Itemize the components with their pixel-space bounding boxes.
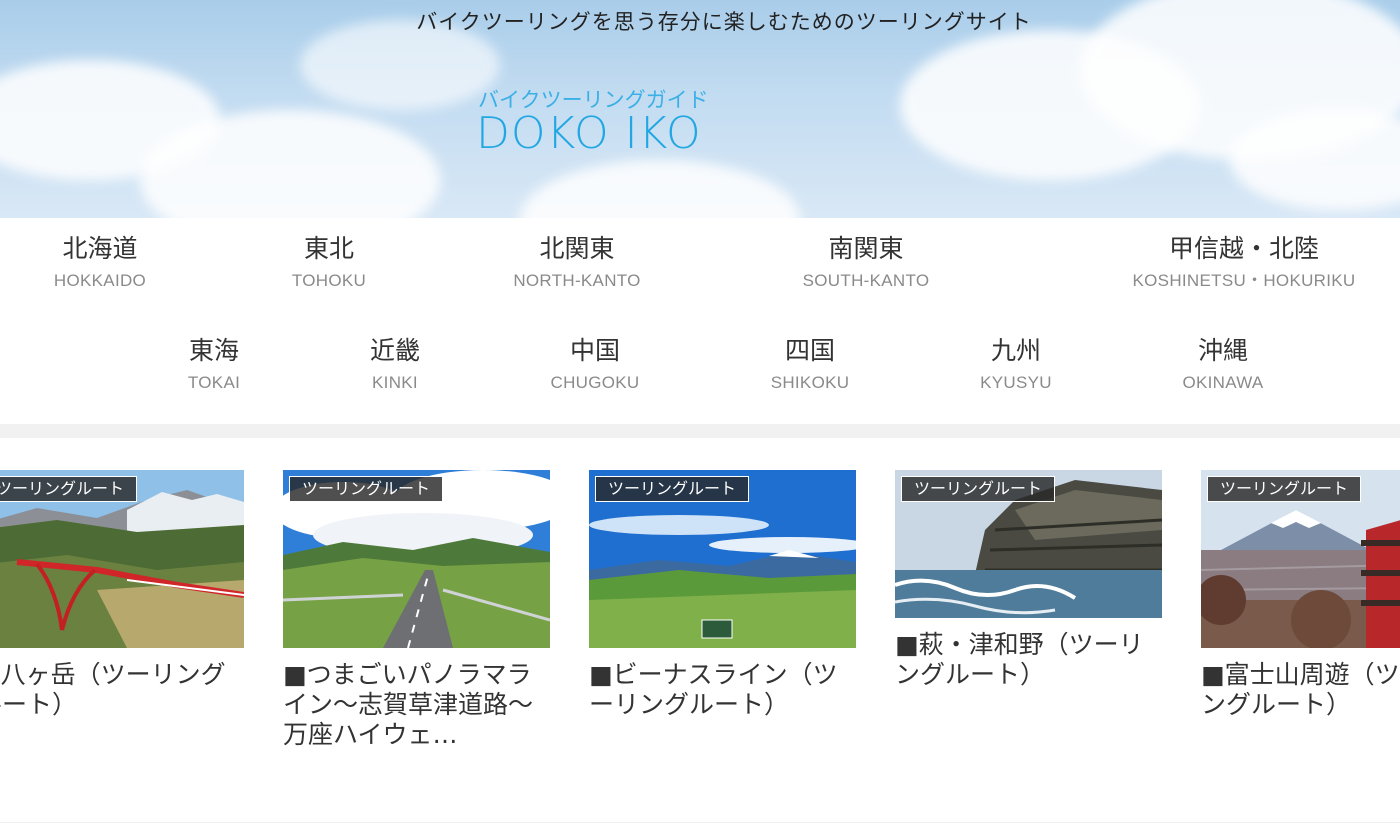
route-thumbnail[interactable]: ツーリングルート: [1201, 470, 1400, 648]
region-name-en: TOHOKU: [291, 271, 367, 290]
route-badge: ツーリングルート: [289, 476, 444, 502]
region-name-en: KYUSYU: [980, 373, 1052, 392]
region-name-en: TOKAI: [187, 373, 241, 392]
route-badge: ツーリングルート: [1207, 476, 1362, 502]
region-name: 四国: [784, 336, 835, 365]
region-chugoku[interactable]: 中国 CHUGOKU: [551, 334, 640, 396]
route-card-yatsugatake[interactable]: ツーリングルート ■八ヶ岳（ツーリングルート）: [0, 470, 244, 720]
route-card-fuji[interactable]: ツーリングルート ■富士山周遊（ツーリングルート）: [1201, 470, 1400, 720]
region-okinawa[interactable]: 沖縄 OKINAWA: [1182, 334, 1263, 396]
logo-title: DOKO IKO: [476, 108, 702, 159]
footer-divider: [0, 822, 1400, 823]
section-divider: [0, 424, 1400, 438]
region-name-en: SHIKOKU: [770, 373, 850, 392]
region-name-en: CHUGOKU: [550, 373, 640, 392]
route-card-hagi-tsuwano[interactable]: ツーリングルート ■萩・津和野（ツーリングルート）: [895, 470, 1162, 690]
route-card-tsumagoi[interactable]: ツーリングルート ■つまごいパノラマライン～志賀草津道路～万座ハイウェ…: [283, 470, 550, 750]
route-badge: ツーリングルート: [901, 476, 1056, 502]
region-name: 近畿: [369, 336, 421, 365]
site-logo[interactable]: バイクツーリングガイド DOKO IKO: [476, 84, 748, 164]
route-title: ■八ヶ岳（ツーリングルート）: [0, 660, 226, 719]
region-name: 中国: [569, 336, 620, 365]
site-tagline: バイクツーリングを思う存分に楽しむためのツーリングサイト: [416, 10, 1032, 34]
region-south-kanto[interactable]: 南関東 SOUTH-KANTO: [803, 232, 930, 294]
region-koshinetsu-hokuriku[interactable]: 甲信越・北陸 KOSHINETSU・HOKURIKU: [1133, 232, 1356, 294]
route-thumbnail[interactable]: ツーリングルート: [589, 470, 856, 648]
site-header: バイクツーリングを思う存分に楽しむためのツーリングサイト バイクツーリングガイド…: [0, 0, 1400, 218]
region-tohoku[interactable]: 東北 TOHOKU: [292, 232, 366, 294]
route-badge: ツーリングルート: [0, 476, 138, 502]
region-tokai[interactable]: 東海 TOKAI: [188, 334, 240, 396]
region-kyusyu[interactable]: 九州 KYUSYU: [980, 334, 1052, 396]
route-card-list: ツーリングルート ■八ヶ岳（ツーリングルート） ツーリングルート ■つまごいパノ…: [0, 438, 1400, 826]
region-north-kanto[interactable]: 北関東 NORTH-KANTO: [513, 232, 640, 294]
region-name: 東海: [188, 336, 240, 365]
region-name: 九州: [990, 336, 1041, 365]
region-name: 沖縄: [1197, 336, 1248, 365]
route-card-venus-line[interactable]: ツーリングルート ■ビーナスライン（ツーリングルート）: [589, 470, 856, 720]
region-name: 北関東: [539, 234, 615, 263]
region-nav: 北海道 HOKKAIDO 東北 TOHOKU 北関東 NORTH-KANTO 南…: [0, 218, 1400, 424]
route-thumbnail[interactable]: ツーリングルート: [0, 470, 244, 648]
region-name-en: KINKI: [372, 373, 418, 392]
region-name-en: OKINAWA: [1182, 373, 1264, 392]
region-name: 東北: [303, 234, 354, 263]
route-title: ■富士山周遊（ツーリングルート）: [1201, 660, 1400, 719]
route-title: ■萩・津和野（ツーリングルート）: [895, 630, 1144, 689]
region-hokkaido[interactable]: 北海道 HOKKAIDO: [54, 232, 146, 294]
route-badge: ツーリングルート: [595, 476, 750, 502]
region-name: 北海道: [62, 234, 138, 263]
route-title: ■つまごいパノラマライン～志賀草津道路～万座ハイウェ…: [283, 660, 534, 749]
region-name-en: KOSHINETSU・HOKURIKU: [1132, 271, 1356, 290]
route-title: ■ビーナスライン（ツーリングルート）: [589, 660, 838, 719]
region-shikoku[interactable]: 四国 SHIKOKU: [771, 334, 850, 396]
region-name: 甲信越・北陸: [1168, 234, 1320, 263]
region-name-en: NORTH-KANTO: [513, 271, 641, 290]
region-name-en: HOKKAIDO: [53, 271, 147, 290]
route-thumbnail[interactable]: ツーリングルート: [895, 470, 1162, 618]
route-thumbnail[interactable]: ツーリングルート: [283, 470, 550, 648]
region-name-en: SOUTH-KANTO: [802, 271, 930, 290]
region-name: 南関東: [828, 234, 904, 263]
region-kinki[interactable]: 近畿 KINKI: [370, 334, 420, 396]
